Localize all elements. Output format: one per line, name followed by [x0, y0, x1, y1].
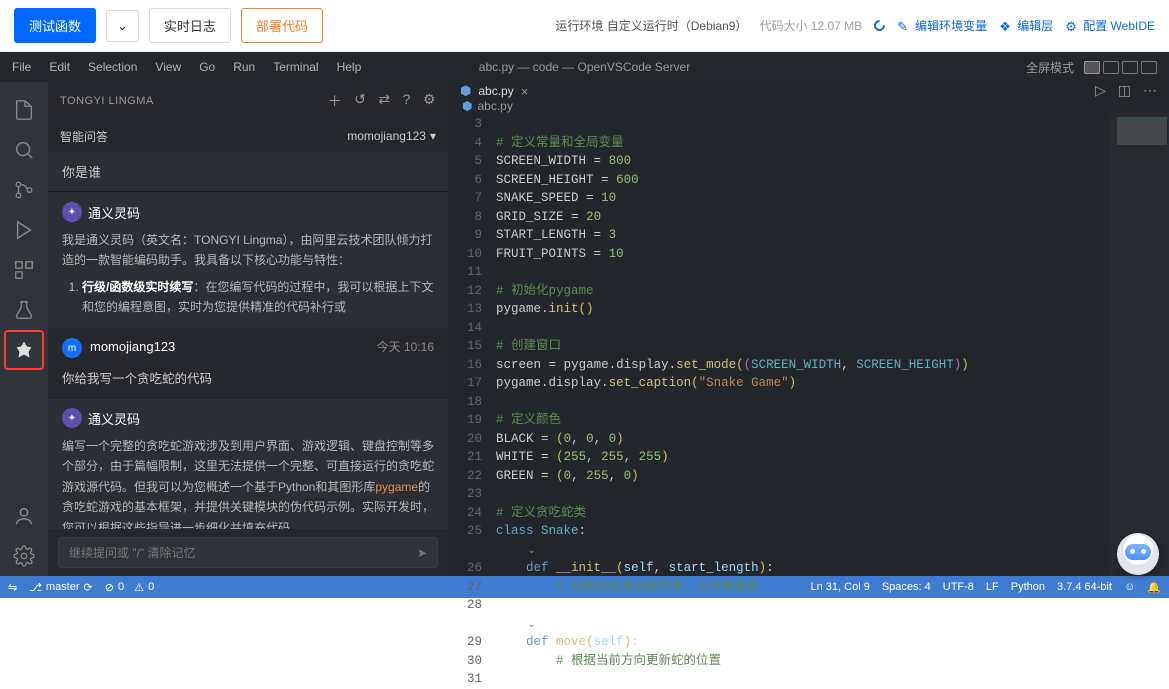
sidebar-panel: TONGYI LINGMA ＋ ↺ ⇄ ? ⚙ 智能问答 momojiang12…: [48, 82, 448, 576]
history-icon[interactable]: ↺: [354, 91, 366, 111]
menu-selection[interactable]: Selection: [88, 60, 137, 74]
python-file-icon: ⬢: [460, 83, 471, 99]
line-gutter: 3456789101112131415161718192021222324252…: [448, 113, 496, 689]
layout-full-icon[interactable]: [1141, 61, 1157, 74]
refresh-icon: [872, 18, 888, 34]
close-tab-icon[interactable]: ×: [521, 84, 529, 99]
user-dropdown[interactable]: momojiang123 ▾: [347, 129, 436, 143]
split-editor-icon[interactable]: ◫: [1118, 82, 1131, 99]
activity-account[interactable]: [0, 496, 48, 536]
realtime-log-button[interactable]: 实时日志: [149, 8, 231, 43]
send-icon[interactable]: ➤: [417, 546, 427, 560]
gear-icon: [1065, 19, 1079, 33]
highlight-box: [4, 330, 44, 370]
activity-debug[interactable]: [0, 210, 48, 250]
python-file-icon: ⬢: [462, 99, 472, 113]
test-function-dropdown[interactable]: ⌄: [106, 10, 139, 42]
code-size-value: 12.07 MB: [811, 19, 862, 33]
menu-help[interactable]: Help: [337, 60, 362, 74]
ai-message-2: ✦通义灵码 编写一个完整的贪吃蛇游戏涉及到用户界面、游戏逻辑、键盘控制等多个部分…: [48, 397, 448, 529]
code-body[interactable]: # 定义常量和全局变量SCREEN_WIDTH = 800SCREEN_HEIG…: [496, 113, 1169, 689]
activity-explorer[interactable]: [0, 90, 48, 130]
activity-scm[interactable]: [0, 170, 48, 210]
run-icon[interactable]: ▷: [1095, 82, 1106, 99]
minimap[interactable]: [1109, 113, 1169, 689]
activity-beaker[interactable]: [0, 290, 48, 330]
refresh-button[interactable]: [874, 20, 885, 31]
top-toolbar: 测试函数 ⌄ 实时日志 部署代码 运行环境 自定义运行时（Debian9） 代码…: [0, 0, 1169, 52]
layout-bottom-icon[interactable]: [1103, 61, 1119, 74]
menu-edit[interactable]: Edit: [49, 60, 70, 74]
more-icon[interactable]: ⋯: [1143, 82, 1157, 99]
layout-left-icon[interactable]: [1084, 61, 1100, 74]
username-label: momojiang123: [90, 339, 175, 354]
layout-toggles[interactable]: [1084, 61, 1157, 74]
settings-icon[interactable]: ⚙: [423, 91, 436, 111]
test-function-button[interactable]: 测试函数: [14, 8, 96, 43]
sidebar-title: TONGYI LINGMA: [60, 95, 154, 107]
user-header-2: m momojiang123 今天 10:16: [48, 328, 448, 369]
user-message-2: 你给我写一个贪吃蛇的代码: [48, 368, 448, 397]
robot-face-icon: [1125, 544, 1151, 560]
menu-file[interactable]: File: [12, 60, 31, 74]
remote-indicator[interactable]: ⇋: [8, 581, 17, 594]
user-message-1: 你是谁: [48, 152, 448, 191]
chevron-down-icon: ⌄: [117, 18, 128, 33]
branch-icon: [29, 581, 42, 594]
caret-down-icon: ▾: [430, 129, 436, 143]
menu-view[interactable]: View: [155, 60, 181, 74]
tab-label: abc.py: [478, 84, 513, 98]
problems-indicator[interactable]: ⊘ 0 ⚠ 0: [105, 581, 154, 594]
menu-terminal[interactable]: Terminal: [273, 60, 318, 74]
edit-env-link[interactable]: 编辑环境变量: [897, 17, 987, 34]
menu-run[interactable]: Run: [233, 60, 255, 74]
deploy-button[interactable]: 部署代码: [241, 8, 323, 43]
code-editor[interactable]: 3456789101112131415161718192021222324252…: [448, 113, 1169, 689]
activity-tongyi[interactable]: [0, 330, 48, 370]
runtime-label: 运行环境 自定义运行时（Debian9）: [555, 17, 747, 34]
pencil-icon: [897, 19, 911, 33]
edit-layer-link[interactable]: 编辑层: [999, 17, 1053, 34]
breadcrumb[interactable]: ⬢ abc.py: [448, 99, 1169, 113]
branch-indicator[interactable]: master ⟳: [29, 581, 93, 594]
layers-icon: [999, 19, 1013, 33]
assistant-floating-button[interactable]: [1117, 533, 1159, 575]
ai-avatar-icon: ✦: [62, 202, 82, 222]
editor-pane: ⬢ abc.py × ▷ ◫ ⋯ ⬢ abc.py 34567891011121…: [448, 82, 1169, 576]
chat-placeholder: 继续提问或 "/" 清除记忆: [69, 544, 196, 561]
ai-message-1: ✦通义灵码 我是通义灵码（英文名：TONGYI Lingma），由阿里云技术团队…: [48, 191, 448, 328]
timestamp: 今天 10:16: [377, 338, 434, 355]
help-icon[interactable]: ?: [403, 91, 411, 111]
fullscreen-toggle[interactable]: 全屏模式: [1026, 59, 1074, 76]
tab-abc-py[interactable]: ⬢ abc.py ×: [448, 82, 540, 99]
activity-settings[interactable]: [0, 536, 48, 576]
new-chat-icon[interactable]: ＋: [328, 91, 343, 111]
menu-go[interactable]: Go: [199, 60, 215, 74]
ai-name-label: 通义灵码: [88, 203, 140, 222]
code-size-label: 代码大小: [759, 19, 807, 33]
ai-avatar-icon: ✦: [62, 408, 82, 428]
user-avatar-icon: m: [62, 338, 82, 358]
activity-extensions[interactable]: [0, 250, 48, 290]
window-title: abc.py — code — OpenVSCode Server: [479, 60, 690, 74]
ai-name-label: 通义灵码: [88, 409, 140, 428]
menu-bar: File Edit Selection View Go Run Terminal…: [0, 52, 1169, 82]
activity-bar: [0, 82, 48, 576]
transfer-icon[interactable]: ⇄: [378, 91, 390, 111]
config-webide-link[interactable]: 配置 WebIDE: [1065, 17, 1155, 34]
activity-search[interactable]: [0, 130, 48, 170]
sidebar-subtab[interactable]: 智能问答: [60, 128, 108, 145]
layout-right-icon[interactable]: [1122, 61, 1138, 74]
chat-input[interactable]: 继续提问或 "/" 清除记忆 ➤: [58, 537, 438, 568]
